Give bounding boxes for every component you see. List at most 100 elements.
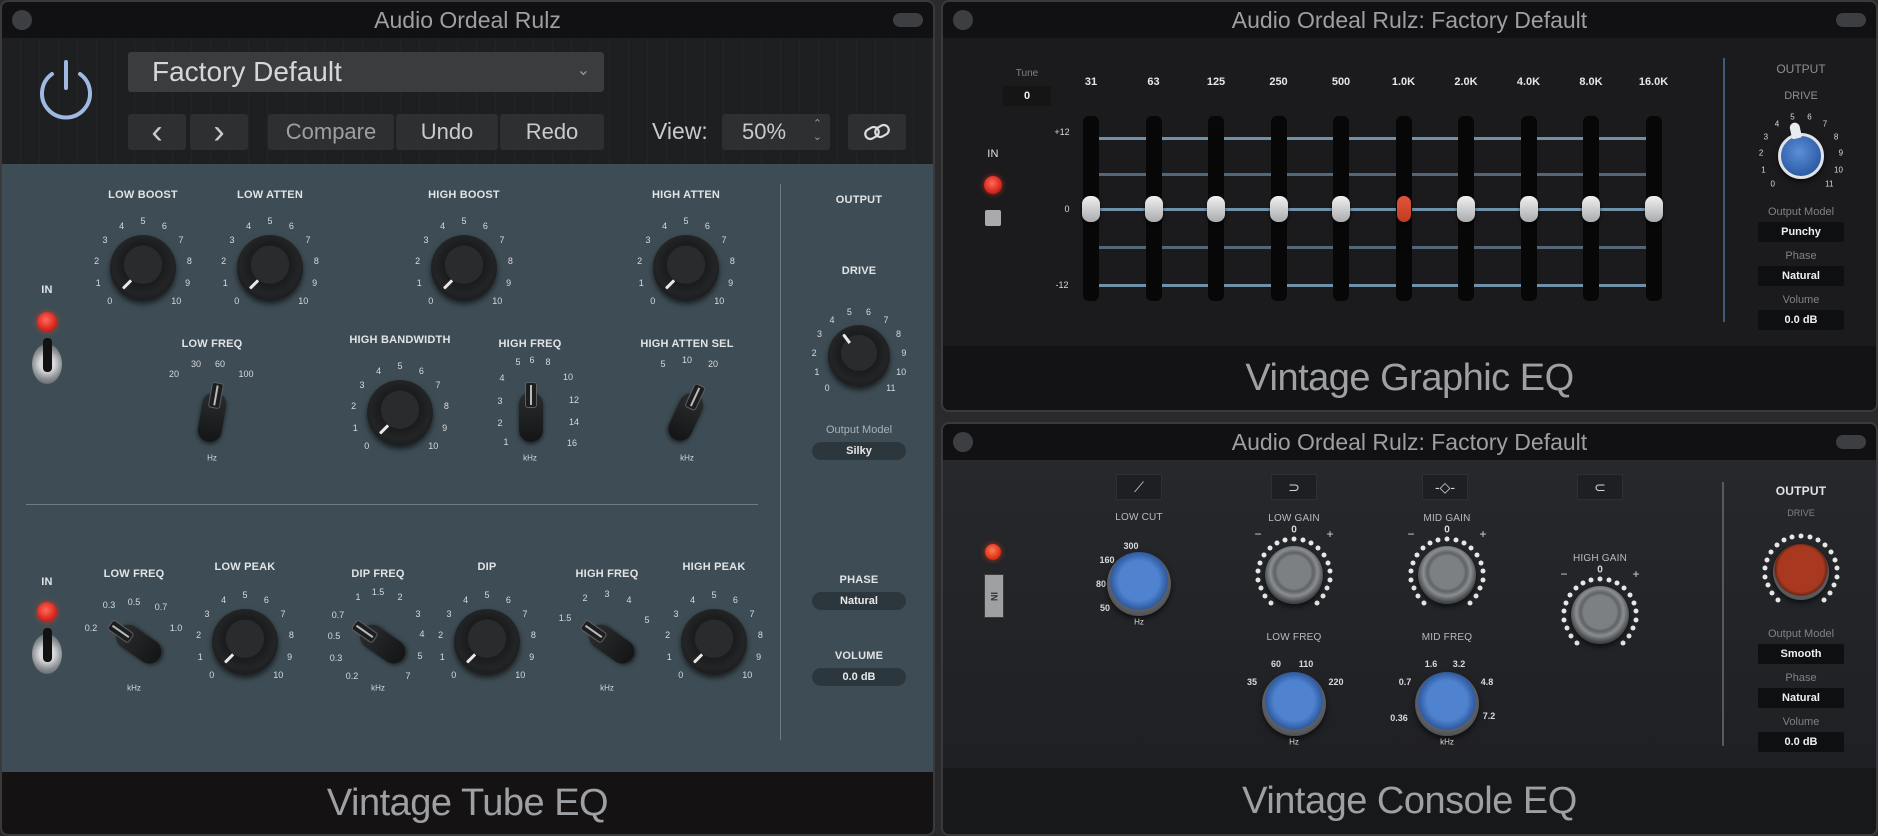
next-preset-button[interactable]: › [190, 114, 248, 150]
console-eq-titlebar[interactable]: Audio Ordeal Rulz: Factory Default [943, 424, 1876, 460]
dip-knob[interactable] [454, 609, 520, 675]
phase-select[interactable]: Natural [1758, 688, 1844, 708]
high-bandwidth-pointer [378, 411, 402, 435]
high-atten-knob[interactable] [653, 235, 719, 301]
band-slider-thumb[interactable] [1582, 196, 1600, 222]
window-close-dot[interactable] [12, 10, 32, 30]
volume-field[interactable]: 0.0 dB [1758, 310, 1844, 330]
high-boost-knob[interactable] [431, 235, 497, 301]
low-atten-knob[interactable] [237, 235, 303, 301]
console-eq-footer: Vintage Console EQ [943, 768, 1876, 834]
drive-knob[interactable] [828, 325, 890, 387]
bottom-in-toggle[interactable] [32, 628, 62, 674]
high-bandwidth-tick: 7 [435, 380, 441, 391]
output-model-select[interactable]: Punchy [1758, 222, 1844, 242]
low-freq-knob[interactable] [1262, 672, 1326, 736]
bottom-low-freq-tick: 0.7 [154, 602, 168, 612]
low-cut-knob[interactable] [1107, 552, 1171, 616]
window-resize-pill[interactable] [1836, 435, 1866, 449]
bottom-high-freq-tick: 4 [626, 595, 632, 605]
dip-freq-tick: 1.5 [371, 587, 385, 597]
in-led[interactable] [984, 176, 1002, 194]
low-gain-dot [1321, 552, 1327, 558]
low-freq-switch[interactable] [192, 380, 232, 444]
link-button[interactable] [848, 114, 906, 150]
phase-select[interactable]: Natural [812, 592, 906, 610]
low-cut-filter-button[interactable]: ⟋ [1116, 474, 1162, 500]
mid-freq-knob[interactable] [1415, 672, 1479, 736]
band-slider-thumb[interactable] [1207, 196, 1225, 222]
high-gain-dot [1633, 617, 1639, 623]
high-shelf-button[interactable]: ⊂ [1577, 474, 1623, 500]
high-gain-knob[interactable] [1571, 586, 1629, 644]
high-atten-sel-switch[interactable] [661, 378, 714, 445]
band-slider-thumb[interactable] [1644, 196, 1663, 222]
drive-tick: 10 [1834, 165, 1843, 175]
low-gain-knob[interactable] [1265, 546, 1323, 604]
output-model-select[interactable]: Silky [812, 442, 906, 460]
view-zoom-stepper[interactable]: 50% ⌃ ⌄ [722, 114, 830, 150]
drive-tick: 7 [883, 314, 889, 325]
low-boost-knob[interactable] [110, 235, 176, 301]
in-square-button[interactable] [985, 210, 1001, 226]
window-close-dot[interactable] [953, 10, 973, 30]
low-shelf-button[interactable]: ⊃ [1271, 474, 1317, 500]
high-atten-pointer [664, 266, 688, 290]
window-close-dot[interactable] [953, 432, 973, 452]
high-bandwidth-knob[interactable] [367, 380, 433, 446]
preset-dropdown[interactable]: Factory Default ⌄ [128, 52, 604, 92]
bottom-low-freq-switch[interactable] [101, 613, 167, 672]
band-slider-thumb[interactable] [1144, 196, 1163, 222]
mid-bell-button[interactable]: -◇- [1422, 474, 1468, 500]
low-boost-label: LOW BOOST [108, 189, 178, 201]
band-slider-thumb[interactable] [1082, 196, 1100, 222]
dip-tick: 6 [505, 595, 511, 606]
high-atten-sel-tick: 5 [660, 359, 666, 369]
plugin-header: Factory Default ⌄ ‹ › Compare Undo Redo … [2, 38, 933, 164]
high-atten-sel-label: HIGH ATTEN SEL [640, 338, 734, 350]
phase-select[interactable]: Natural [1758, 266, 1844, 286]
volume-field[interactable]: 0.0 dB [812, 668, 906, 686]
window-title: Audio Ordeal Rulz: Factory Default [1231, 428, 1588, 455]
window-resize-pill[interactable] [893, 13, 923, 27]
graphic-eq-footer: Vintage Graphic EQ [943, 346, 1876, 410]
gain-gridline [1089, 208, 1656, 211]
band-slider-thumb[interactable] [1457, 196, 1475, 222]
redo-button[interactable]: Redo [500, 114, 604, 150]
drive-dot [1769, 590, 1775, 596]
drive-knob[interactable] [1773, 544, 1829, 600]
band-freq-label: 125 [1206, 76, 1226, 88]
power-button[interactable] [32, 56, 100, 124]
volume-field[interactable]: 0.0 dB [1758, 732, 1844, 752]
in-switch[interactable]: IN [984, 574, 1004, 618]
tune-label: Tune [1015, 68, 1039, 79]
window-resize-pill[interactable] [1836, 13, 1866, 27]
tube-eq-titlebar[interactable]: Audio Ordeal Rulz [2, 2, 933, 38]
tune-field[interactable]: 0 [1003, 86, 1051, 106]
compare-button[interactable]: Compare [268, 114, 394, 150]
dip-freq-switch[interactable] [345, 613, 411, 672]
high-peak-knob[interactable] [681, 609, 747, 675]
high-gain-dot [1567, 592, 1573, 598]
mid-gain-knob[interactable] [1418, 546, 1476, 604]
top-in-toggle[interactable] [32, 338, 62, 384]
undo-button[interactable]: Undo [396, 114, 498, 150]
band-slider-thumb[interactable] [1396, 196, 1411, 222]
prev-preset-button[interactable]: ‹ [128, 114, 186, 150]
dip-tick: 8 [530, 629, 536, 640]
drive-knob[interactable] [1778, 133, 1824, 179]
mid-gain-dot [1420, 545, 1426, 551]
band-slider-thumb[interactable] [1519, 196, 1538, 222]
low-gain-dot [1262, 593, 1268, 599]
bottom-high-freq-switch[interactable] [574, 613, 640, 672]
low-shelf-icon: ⊃ [1288, 478, 1300, 495]
low-gain-dot [1261, 552, 1267, 558]
band-slider-thumb[interactable] [1332, 196, 1350, 222]
drive-dot [1822, 542, 1828, 548]
low-peak-knob[interactable] [212, 609, 278, 675]
output-model-select[interactable]: Smooth [1758, 644, 1844, 664]
graphic-eq-titlebar[interactable]: Audio Ordeal Rulz: Factory Default [943, 2, 1876, 38]
mid-freq-tick: 1.6 [1424, 659, 1438, 669]
high-freq-switch[interactable] [515, 382, 545, 442]
band-slider-thumb[interactable] [1269, 196, 1288, 222]
